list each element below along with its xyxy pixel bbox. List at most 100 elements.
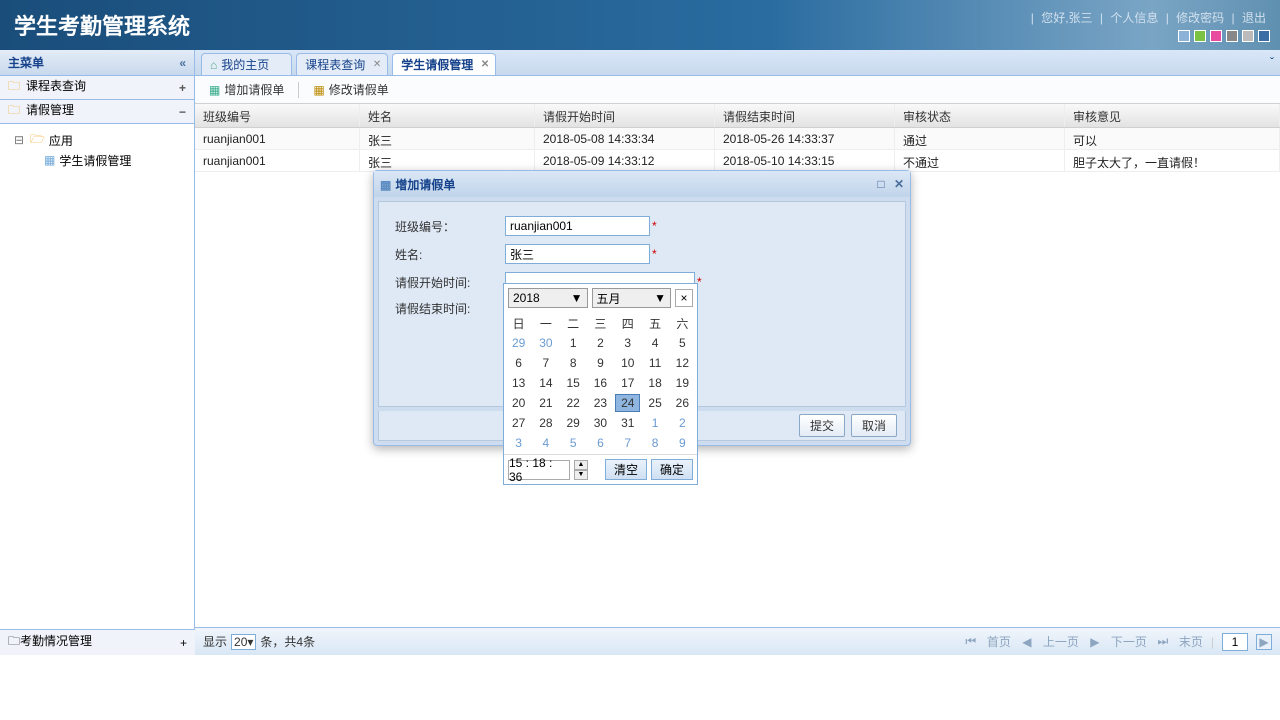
calendar-day[interactable]: 7 [615, 434, 640, 452]
calendar-day[interactable]: 31 [615, 414, 640, 432]
calendar-day[interactable]: 20 [506, 394, 531, 412]
minus-icon[interactable]: − [179, 105, 186, 119]
submit-button[interactable]: 提交 [799, 414, 845, 437]
calendar-day[interactable]: 25 [642, 394, 667, 412]
theme-swatch[interactable] [1210, 30, 1222, 42]
calendar-day[interactable]: 15 [561, 374, 586, 392]
calendar-day[interactable]: 13 [506, 374, 531, 392]
tree-node-leave-mgmt[interactable]: ▦ 学生请假管理 [10, 150, 194, 170]
calendar-day[interactable]: 2 [588, 334, 613, 352]
month-select[interactable]: 五月▼ [592, 288, 672, 308]
calendar-day[interactable]: 30 [533, 334, 558, 352]
calendar-day[interactable]: 12 [670, 354, 695, 372]
year-select[interactable]: 2018▼ [508, 288, 588, 308]
calendar-day[interactable]: 10 [615, 354, 640, 372]
close-icon[interactable]: ✕ [373, 59, 381, 70]
chevron-down-icon[interactable]: ˇ [1270, 55, 1274, 69]
maximize-icon[interactable]: □ [877, 177, 884, 191]
calendar-day[interactable]: 28 [533, 414, 558, 432]
name-input[interactable]: 张三 [505, 244, 650, 264]
password-link[interactable]: 修改密码 [1176, 11, 1224, 25]
tree-toggle-icon[interactable]: ⊟ [14, 133, 26, 147]
calendar-day[interactable]: 22 [561, 394, 586, 412]
calendar-day[interactable]: 7 [533, 354, 558, 372]
calendar-day[interactable]: 4 [533, 434, 558, 452]
calendar-day[interactable]: 8 [561, 354, 586, 372]
calendar-day[interactable]: 21 [533, 394, 558, 412]
class-no-input[interactable]: ruanjian001 [505, 216, 650, 236]
calendar-day[interactable]: 4 [642, 334, 667, 352]
tree-node-app[interactable]: ⊟ 🗁 应用 [10, 130, 194, 150]
calendar-day[interactable]: 5 [670, 334, 695, 352]
picker-close-button[interactable]: × [675, 289, 693, 307]
theme-swatch[interactable] [1178, 30, 1190, 42]
profile-link[interactable]: 个人信息 [1110, 11, 1158, 25]
calendar-day[interactable]: 8 [642, 434, 667, 452]
spin-up-icon[interactable]: ▲ [574, 460, 588, 470]
calendar-day[interactable]: 27 [506, 414, 531, 432]
plus-icon[interactable]: + [179, 81, 186, 95]
close-icon[interactable]: ✕ [481, 59, 489, 70]
calendar-day[interactable]: 2 [670, 414, 695, 432]
calendar-day[interactable]: 11 [642, 354, 667, 372]
sidebar-section-leave[interactable]: 🗀请假管理 − [0, 100, 194, 124]
go-page-button[interactable]: ▶ [1256, 634, 1272, 650]
logout-link[interactable]: 退出 [1242, 11, 1266, 25]
calendar-day[interactable]: 26 [670, 394, 695, 412]
calendar-day[interactable]: 18 [642, 374, 667, 392]
time-spinner[interactable]: ▲▼ [574, 460, 588, 480]
last-page-button[interactable]: ⏭ [1155, 634, 1171, 650]
tab-home[interactable]: ⌂ 我的主页 [201, 53, 292, 75]
cancel-button[interactable]: 取消 [851, 414, 897, 437]
calendar-day[interactable]: 9 [670, 434, 695, 452]
sidebar-section-attendance[interactable]: 🗀考勤情况管理 + [0, 629, 195, 655]
col-status[interactable]: 审核状态 [895, 104, 1065, 127]
spin-down-icon[interactable]: ▼ [574, 470, 588, 480]
first-page-button[interactable]: ⏮ [963, 634, 979, 650]
ok-button[interactable]: 确定 [651, 459, 693, 480]
calendar-day[interactable]: 9 [588, 354, 613, 372]
page-size-select[interactable]: 20 ▾ [231, 634, 256, 650]
calendar-day[interactable]: 16 [588, 374, 613, 392]
calendar-day[interactable]: 29 [561, 414, 586, 432]
tab-leave[interactable]: 学生请假管理 ✕ [392, 53, 496, 75]
calendar-day[interactable]: 1 [642, 414, 667, 432]
theme-swatch[interactable] [1258, 30, 1270, 42]
dialog-header[interactable]: ▦增加请假单 □ ✕ [374, 171, 910, 197]
calendar-day[interactable]: 1 [561, 334, 586, 352]
time-input[interactable]: 15 : 18 : 36 [508, 460, 570, 480]
prev-page-button[interactable]: ◀ [1019, 634, 1035, 650]
tab-schedule[interactable]: 课程表查询 ✕ [296, 53, 388, 75]
calendar-day[interactable]: 24 [615, 394, 640, 412]
table-row[interactable]: ruanjian001张三2018-05-09 14:33:122018-05-… [195, 150, 1280, 172]
add-leave-button[interactable]: ▦ 增加请假单 [203, 79, 290, 100]
close-icon[interactable]: ✕ [894, 177, 904, 191]
calendar-day[interactable]: 30 [588, 414, 613, 432]
calendar-day[interactable]: 29 [506, 334, 531, 352]
calendar-day[interactable]: 6 [506, 354, 531, 372]
calendar-day[interactable]: 3 [615, 334, 640, 352]
calendar-day[interactable]: 19 [670, 374, 695, 392]
col-opinion[interactable]: 审核意见 [1065, 104, 1280, 127]
clear-button[interactable]: 清空 [605, 459, 647, 480]
col-end[interactable]: 请假结束时间 [715, 104, 895, 127]
theme-swatch[interactable] [1242, 30, 1254, 42]
next-page-button[interactable]: ▶ [1087, 634, 1103, 650]
collapse-icon[interactable]: « [179, 56, 186, 70]
calendar-day[interactable]: 23 [588, 394, 613, 412]
page-input[interactable] [1222, 633, 1248, 651]
calendar-day[interactable]: 5 [561, 434, 586, 452]
calendar-day[interactable]: 17 [615, 374, 640, 392]
sidebar-section-schedule[interactable]: 🗀课程表查询 + [0, 76, 194, 100]
calendar-day[interactable]: 3 [506, 434, 531, 452]
edit-leave-button[interactable]: ▦ 修改请假单 [307, 79, 394, 100]
calendar-day[interactable]: 6 [588, 434, 613, 452]
calendar-day[interactable]: 14 [533, 374, 558, 392]
col-class-no[interactable]: 班级编号 [195, 104, 360, 127]
plus-icon[interactable]: + [180, 636, 187, 650]
table-row[interactable]: ruanjian001张三2018-05-08 14:33:342018-05-… [195, 128, 1280, 150]
col-name[interactable]: 姓名 [360, 104, 535, 127]
theme-swatch[interactable] [1226, 30, 1238, 42]
theme-swatch[interactable] [1194, 30, 1206, 42]
col-start[interactable]: 请假开始时间 [535, 104, 715, 127]
